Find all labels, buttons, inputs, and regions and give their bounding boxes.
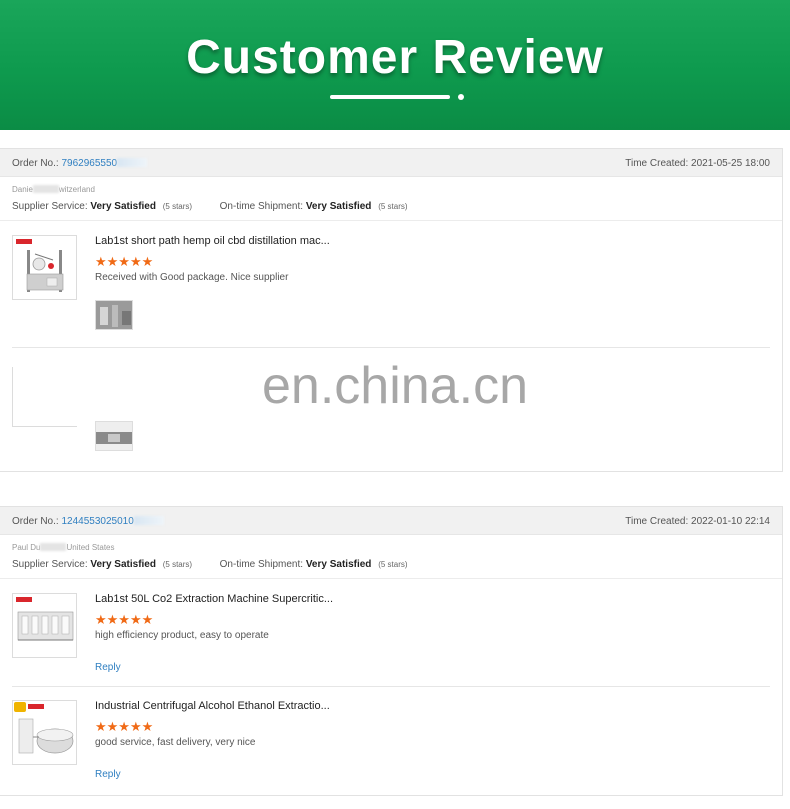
photo-image — [96, 301, 132, 329]
product-thumbnail[interactable] — [12, 235, 77, 300]
product-thumbnail[interactable] — [12, 593, 77, 658]
time-created-value: 2021-05-25 18:00 — [691, 158, 770, 169]
rating-stars: ★★★★★ — [95, 612, 154, 627]
shipment-label: On-time Shipment: — [219, 559, 304, 570]
order-card: Order No.: 1244553025010 Time Created: 2… — [0, 506, 783, 796]
order-no-label: Order No.: — [12, 516, 59, 527]
review-divider — [12, 347, 770, 348]
brand-logo — [16, 239, 32, 244]
order-number[interactable]: 7962965550 — [61, 158, 117, 169]
review-comment: high efficiency product, easy to operate — [95, 630, 269, 641]
order-meta: Paul Du United States Supplier Service: V… — [0, 535, 782, 579]
medal-icon — [14, 702, 26, 712]
blurred-text — [32, 185, 59, 193]
reply-link[interactable]: Reply — [95, 769, 121, 780]
review-comment: Received with Good package. Nice supplie… — [95, 272, 289, 283]
review-divider — [12, 686, 770, 687]
supplier-service-value: Very Satisfied — [90, 559, 156, 570]
product-name[interactable]: Lab1st 50L Co2 Extraction Machine Superc… — [95, 593, 333, 605]
blurred-text — [40, 543, 67, 551]
buyer-info: Danie witzerland — [12, 185, 95, 194]
supplier-service-stars: (5 stars) — [162, 560, 193, 569]
product-thumbnail[interactable] — [12, 700, 77, 765]
review-comment: good service, fast delivery, very nice — [95, 737, 256, 748]
product-name[interactable]: Lab1st short path hemp oil cbd distillat… — [95, 235, 330, 247]
shipment-stars: (5 stars) — [378, 202, 408, 211]
review-item: Lab1st short path hemp oil cbd distillat… — [12, 235, 770, 345]
time-created-label: Time Created: — [625, 516, 689, 527]
banner-dot — [458, 94, 464, 100]
co2-extraction-machine-image — [17, 611, 74, 641]
supplier-service-label: Supplier Service: — [12, 559, 88, 570]
supplier-service-value: Very Satisfied — [90, 201, 156, 212]
shipment-label: On-time Shipment: — [219, 201, 304, 212]
service-ratings: Supplier Service: Very Satisfied (5 star… — [12, 201, 408, 212]
review-photo[interactable] — [95, 300, 133, 330]
review-photo[interactable] — [95, 421, 133, 451]
order-header: Order No.: 7962965550 Time Created: 2021… — [0, 149, 782, 177]
shipment-stars: (5 stars) — [378, 560, 408, 569]
buyer-country: witzerland — [58, 185, 95, 194]
order-header: Order No.: 1244553025010 Time Created: 2… — [0, 507, 782, 535]
time-created-label: Time Created: — [625, 158, 689, 169]
service-ratings: Supplier Service: Very Satisfied (5 star… — [12, 559, 408, 570]
brand-logo — [28, 704, 44, 709]
order-no-label: Order No.: — [12, 158, 59, 169]
shipment-value: Very Satisfied — [305, 559, 372, 570]
rating-stars: ★★★★★ — [95, 719, 154, 734]
banner-underline — [330, 95, 450, 99]
order-meta: Danie witzerland Supplier Service: Very S… — [0, 177, 782, 221]
supplier-service-stars: (5 stars) — [162, 202, 193, 211]
photo-image — [96, 422, 132, 450]
review-item: Industrial Centrifugal Alcohol Ethanol E… — [12, 700, 770, 795]
blurred-text — [133, 516, 164, 525]
distillation-machine-image — [26, 250, 64, 292]
brand-logo — [16, 597, 32, 602]
shipment-value: Very Satisfied — [305, 201, 372, 212]
supplier-service-label: Supplier Service: — [12, 201, 88, 212]
banner-title: Customer Review — [186, 31, 604, 84]
reply-link[interactable]: Reply — [95, 662, 121, 673]
buyer-name: Paul Du — [12, 543, 41, 552]
buyer-country: United States — [66, 543, 115, 552]
order-number[interactable]: 1244553025010 — [61, 516, 133, 527]
blurred-text — [117, 158, 148, 167]
header-banner: Customer Review — [0, 0, 790, 130]
watermark: en.china.cn — [262, 357, 528, 415]
buyer-info: Paul Du United States — [12, 543, 115, 552]
rating-stars: ★★★★★ — [95, 254, 154, 269]
review-item: Lab1st 50L Co2 Extraction Machine Superc… — [12, 593, 770, 693]
order-card: Order No.: 7962965550 Time Created: 2021… — [0, 148, 783, 472]
product-name[interactable]: Industrial Centrifugal Alcohol Ethanol E… — [95, 700, 330, 712]
time-created-value: 2022-01-10 22:14 — [691, 516, 770, 527]
buyer-name: Danie — [12, 185, 33, 194]
